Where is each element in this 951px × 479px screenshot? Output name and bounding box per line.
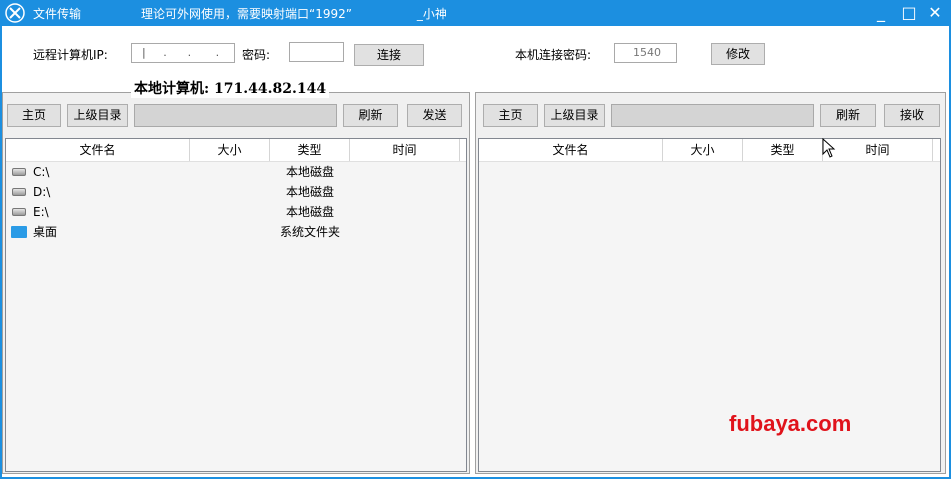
drive-icon (12, 188, 26, 196)
local-file-list[interactable]: 文件名 大小 类型 时间 C:\ 本地磁盘 D:\ 本地磁盘 E:\ 本地磁盘 … (5, 138, 467, 472)
local-password-input[interactable]: 1540 (614, 43, 677, 63)
drive-icon (12, 208, 26, 216)
table-row[interactable]: D:\ 本地磁盘 (6, 182, 466, 202)
table-row[interactable]: C:\ 本地磁盘 (6, 162, 466, 182)
col-size-header[interactable]: 大小 (663, 139, 743, 161)
local-path-input[interactable] (134, 104, 337, 127)
folder-icon (11, 226, 27, 238)
table-row[interactable]: 桌面 系统文件夹 (6, 222, 466, 242)
local-list-header: 文件名 大小 类型 时间 (6, 139, 466, 162)
file-type: 本地磁盘 (285, 205, 334, 219)
col-time-header[interactable]: 时间 (350, 139, 460, 161)
local-refresh-button[interactable]: 刷新 (343, 104, 398, 127)
col-name-header[interactable]: 文件名 (6, 139, 190, 161)
file-type: 系统文件夹 (279, 225, 340, 239)
drive-icon (12, 168, 26, 176)
local-password-label: 本机连接密码: (515, 48, 592, 62)
col-type-header[interactable]: 类型 (743, 139, 823, 161)
window-title: 文件传输 (33, 7, 82, 21)
remote-up-button[interactable]: 上级目录 (544, 104, 605, 127)
col-type-header[interactable]: 类型 (270, 139, 350, 161)
modify-button[interactable]: 修改 (711, 43, 765, 65)
watermark-text: fubaya.com (729, 411, 852, 436)
title-notice: 理论可外网使用，需要映射端口“1992” _小神 (141, 7, 447, 21)
local-ip-label: 本地计算机: 171.44.82.144 (131, 78, 330, 98)
password-label: 密码: (242, 48, 271, 62)
col-time-header[interactable]: 时间 (823, 139, 933, 161)
send-button[interactable]: 发送 (407, 104, 462, 127)
remote-file-list[interactable]: 文件名 大小 类型 时间 (478, 138, 941, 472)
close-button[interactable]: ✕ (922, 2, 948, 24)
window-frame-left (0, 26, 2, 479)
remote-ip-label: 远程计算机IP: (33, 48, 108, 62)
file-name: D:\ (33, 185, 51, 199)
file-type: 本地磁盘 (285, 185, 334, 199)
remote-list-header: 文件名 大小 类型 时间 (479, 139, 940, 162)
file-name: 桌面 (33, 225, 58, 239)
table-row[interactable]: E:\ 本地磁盘 (6, 202, 466, 222)
local-home-button[interactable]: 主页 (7, 104, 61, 127)
remote-home-button[interactable]: 主页 (483, 104, 538, 127)
password-input[interactable] (289, 42, 344, 62)
app-icon (5, 3, 25, 23)
connect-button[interactable]: 连接 (354, 44, 424, 66)
col-size-header[interactable]: 大小 (190, 139, 270, 161)
remote-path-input[interactable] (611, 104, 814, 127)
col-name-header[interactable]: 文件名 (479, 139, 663, 161)
mouse-cursor-icon (822, 138, 836, 158)
minimize-button[interactable]: _ (868, 2, 894, 24)
file-type: 本地磁盘 (285, 165, 334, 179)
receive-button[interactable]: 接收 (884, 104, 940, 127)
file-name: E:\ (33, 205, 49, 219)
file-name: C:\ (33, 165, 50, 179)
title-bar: 文件传输 理论可外网使用，需要映射端口“1992” _小神 _ □ ✕ (0, 0, 951, 26)
remote-ip-input[interactable]: | . . . (131, 43, 235, 63)
local-up-button[interactable]: 上级目录 (67, 104, 128, 127)
maximize-button[interactable]: □ (896, 2, 922, 24)
remote-refresh-button[interactable]: 刷新 (820, 104, 876, 127)
